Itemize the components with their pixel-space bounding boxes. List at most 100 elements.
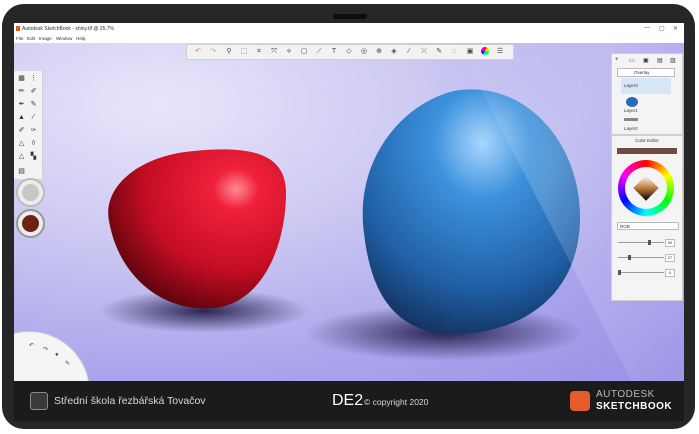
smudge-brush-icon[interactable]: △	[17, 139, 26, 148]
layer-editor: + ▭ ▣ ▤ ▥ Overlay Layer3 Layer1 Layer2	[611, 53, 683, 135]
paint-brush-icon[interactable]: ✎	[29, 100, 38, 109]
copic-icon[interactable]: ▣	[465, 47, 475, 57]
secondary-swatch	[22, 215, 39, 232]
pen-brush-icon[interactable]: ⁄	[29, 113, 38, 122]
color-mode-value: RGB	[620, 224, 630, 229]
menu-help[interactable]: Help	[76, 36, 85, 41]
blend-mode-value: Overlay	[634, 70, 650, 75]
title-bar: Autodesk SketchBook - shiny.tif @ 35.7% …	[14, 23, 684, 35]
artwork	[99, 89, 584, 361]
color-wheel-icon[interactable]	[480, 47, 490, 57]
layer-trash-icon[interactable]: ▥	[670, 57, 676, 64]
ruler-icon[interactable]: ⟋	[314, 47, 324, 57]
eraser-icon[interactable]: △	[17, 152, 26, 161]
lagoon-undo-icon[interactable]: ↶	[29, 342, 34, 349]
minimize-button[interactable]: —	[644, 25, 650, 31]
school-logo	[30, 392, 48, 410]
saturation-value-picker[interactable]	[633, 175, 659, 201]
menu-window[interactable]: Window	[56, 36, 72, 41]
primary-color-puck[interactable]	[16, 178, 45, 207]
brand-line-1: AUTODESK	[596, 389, 655, 400]
layer-image-icon[interactable]: ▣	[643, 57, 649, 64]
blue-shape	[362, 89, 581, 335]
school-name: Střední škola řezbářská Tovačov	[54, 395, 206, 407]
brush-palette: ▦ ⋮ ✏ ✐ ✒ ✎ ▲ ⁄ ✐ ✑ △ ◊ △ ▚ ▤	[14, 71, 43, 179]
red-shape	[108, 149, 286, 309]
pen-icon[interactable]: ✎	[434, 47, 444, 57]
felt-brush-icon[interactable]: ✑	[29, 126, 38, 135]
layer-name: Layer1	[624, 108, 638, 113]
window-title: Autodesk SketchBook - shiny.tif @ 35.7%	[22, 26, 114, 32]
red-slider[interactable]	[618, 240, 664, 245]
ink-brush-icon[interactable]: ✒	[17, 100, 26, 109]
top-toolbar: ↶ ↷ ⚲ ⬚ ⌗ ⤧ ⟡ ▢ ⟋ T ◇ ◎ ⊕ ◈ ⁄ ⤫ ✎ ◌ ▣ ☰	[186, 44, 514, 60]
lagoon-color-icon[interactable]: ●	[55, 352, 59, 358]
texture-brush-icon[interactable]: ▚	[29, 152, 38, 161]
brush-library-icon[interactable]: ⋮	[29, 74, 38, 83]
secondary-color-puck[interactable]	[16, 209, 45, 238]
chisel-brush-icon[interactable]: ✐	[17, 126, 26, 135]
close-button[interactable]: ✕	[673, 25, 678, 32]
text-icon[interactable]: T	[329, 47, 339, 57]
copyright-text: © copyright 2020	[364, 397, 429, 407]
pencil-brush-icon[interactable]: ✏	[17, 87, 26, 96]
color-editor-title: Color Editor	[635, 138, 659, 143]
lagoon-brush-icon[interactable]: ✎	[65, 360, 70, 367]
layer-group-icon[interactable]: ▭	[629, 57, 635, 64]
color-mode-select[interactable]: RGB	[617, 222, 679, 230]
menu-edit[interactable]: Edit	[27, 36, 35, 41]
color-wheel[interactable]	[618, 160, 674, 216]
layer-menu-icon[interactable]: ▤	[657, 57, 663, 64]
brand-line-2: SKETCHBOOK	[596, 401, 673, 412]
grid-icon[interactable]: ▦	[17, 74, 26, 83]
layer-row[interactable]: Layer2	[621, 116, 671, 132]
color-editor: Color Editor RGB 90 27 0	[611, 135, 683, 301]
blur-brush-icon[interactable]: ◊	[29, 139, 38, 148]
tablet-notch	[333, 14, 367, 19]
app-icon	[16, 26, 20, 31]
blue-slider[interactable]	[618, 270, 664, 275]
app-screen: Autodesk SketchBook - shiny.tif @ 35.7% …	[14, 23, 684, 381]
menu-image[interactable]: Image	[39, 36, 52, 41]
rectangle-icon[interactable]: ▢	[299, 47, 309, 57]
ellipse-icon[interactable]: ◎	[359, 47, 369, 57]
course-code: DE2	[332, 392, 364, 409]
primary-swatch	[22, 184, 39, 201]
symmetry-icon[interactable]: ⟡	[284, 47, 294, 57]
fill-icon[interactable]: ◈	[389, 47, 399, 57]
stroke-icon[interactable]: ⁄	[404, 47, 414, 57]
layer-thumbnail	[624, 118, 638, 121]
blue-value-field[interactable]: 0	[665, 269, 675, 277]
color-wheel-inner	[625, 167, 667, 209]
french-curve-icon[interactable]: ◇	[344, 47, 354, 57]
select-icon[interactable]: ⬚	[239, 47, 249, 57]
current-color-swatch	[617, 148, 677, 154]
layers-icon[interactable]: ☰	[495, 47, 505, 57]
distort-icon[interactable]: ⤫	[419, 47, 429, 57]
layer-row[interactable]: Layer1	[621, 96, 671, 114]
maximize-button[interactable]: ▢	[659, 25, 665, 32]
swatch-grid-icon[interactable]: ▤	[17, 167, 26, 176]
lasso-icon[interactable]: ◌	[449, 47, 459, 57]
menu-file[interactable]: File	[16, 36, 23, 41]
transform-icon[interactable]: ⤧	[269, 47, 279, 57]
sketchbook-logo-icon	[570, 391, 590, 411]
add-layer-icon[interactable]: +	[615, 57, 619, 63]
marker-brush-icon[interactable]: ✐	[29, 87, 38, 96]
drawing-canvas[interactable]	[14, 43, 684, 381]
crop-icon[interactable]: ⌗	[254, 47, 264, 57]
perspective-icon[interactable]: ⊕	[374, 47, 384, 57]
layer-name: Layer2	[624, 126, 638, 131]
lagoon-redo-icon[interactable]: ↷	[43, 346, 48, 353]
layer-row-active[interactable]: Layer3	[621, 78, 671, 94]
redo-icon[interactable]: ↷	[208, 47, 218, 57]
layer-name: Layer3	[624, 83, 638, 88]
red-value-field[interactable]: 90	[665, 239, 675, 247]
footer-banner: Střední škola řezbářská Tovačov DE2 © co…	[14, 381, 684, 421]
undo-icon[interactable]: ↶	[193, 47, 203, 57]
zoom-icon[interactable]: ⚲	[224, 47, 234, 57]
green-value-field[interactable]: 27	[665, 254, 675, 262]
blend-mode-select[interactable]: Overlay	[617, 68, 675, 77]
airbrush-icon[interactable]: ▲	[17, 113, 26, 122]
green-slider[interactable]	[618, 255, 664, 260]
